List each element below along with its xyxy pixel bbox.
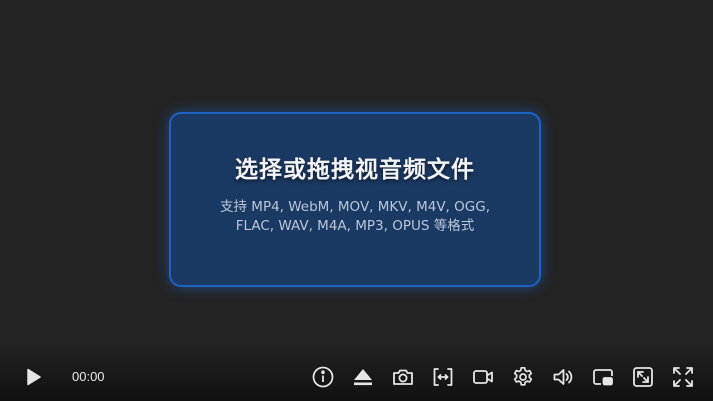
play-icon [21,365,45,389]
camera-icon [391,365,415,389]
web-fullscreen-button[interactable] [630,364,656,390]
volume-button[interactable] [550,364,576,390]
aspect-ratio-button[interactable] [430,364,456,390]
settings-button[interactable] [510,364,536,390]
eject-button[interactable] [350,364,376,390]
dropzone-title: 选择或拖拽视音频文件 [235,157,475,183]
screenshot-button[interactable] [390,364,416,390]
pip-button[interactable] [590,364,616,390]
volume-icon [551,365,575,389]
info-button[interactable] [310,364,336,390]
video-player: 选择或拖拽视音频文件 支持 MP4, WebM, MOV, MKV, M4V, … [0,0,713,401]
aspect-ratio-icon [431,365,455,389]
video-icon [471,365,495,389]
expand-icon [631,365,655,389]
current-time: 00:00 [72,369,105,384]
video-button[interactable] [470,364,496,390]
eject-icon [351,365,375,389]
fullscreen-icon [671,365,695,389]
settings-gear-icon [511,365,535,389]
picture-in-picture-icon [591,365,615,389]
dropzone-description: 支持 MP4, WebM, MOV, MKV, M4V, OGG, FLAC, … [220,199,490,234]
file-dropzone[interactable]: 选择或拖拽视音频文件 支持 MP4, WebM, MOV, MKV, M4V, … [169,112,541,287]
play-button[interactable] [20,364,46,390]
info-icon [311,365,335,389]
fullscreen-button[interactable] [670,364,696,390]
